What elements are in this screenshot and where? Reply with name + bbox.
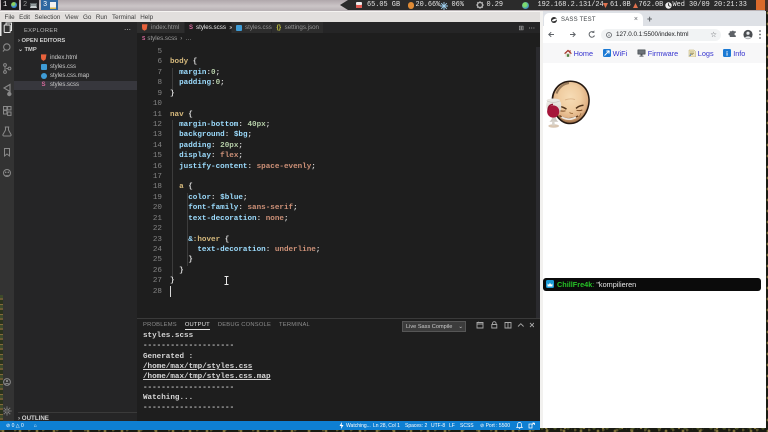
svg-text:i: i <box>726 50 728 57</box>
